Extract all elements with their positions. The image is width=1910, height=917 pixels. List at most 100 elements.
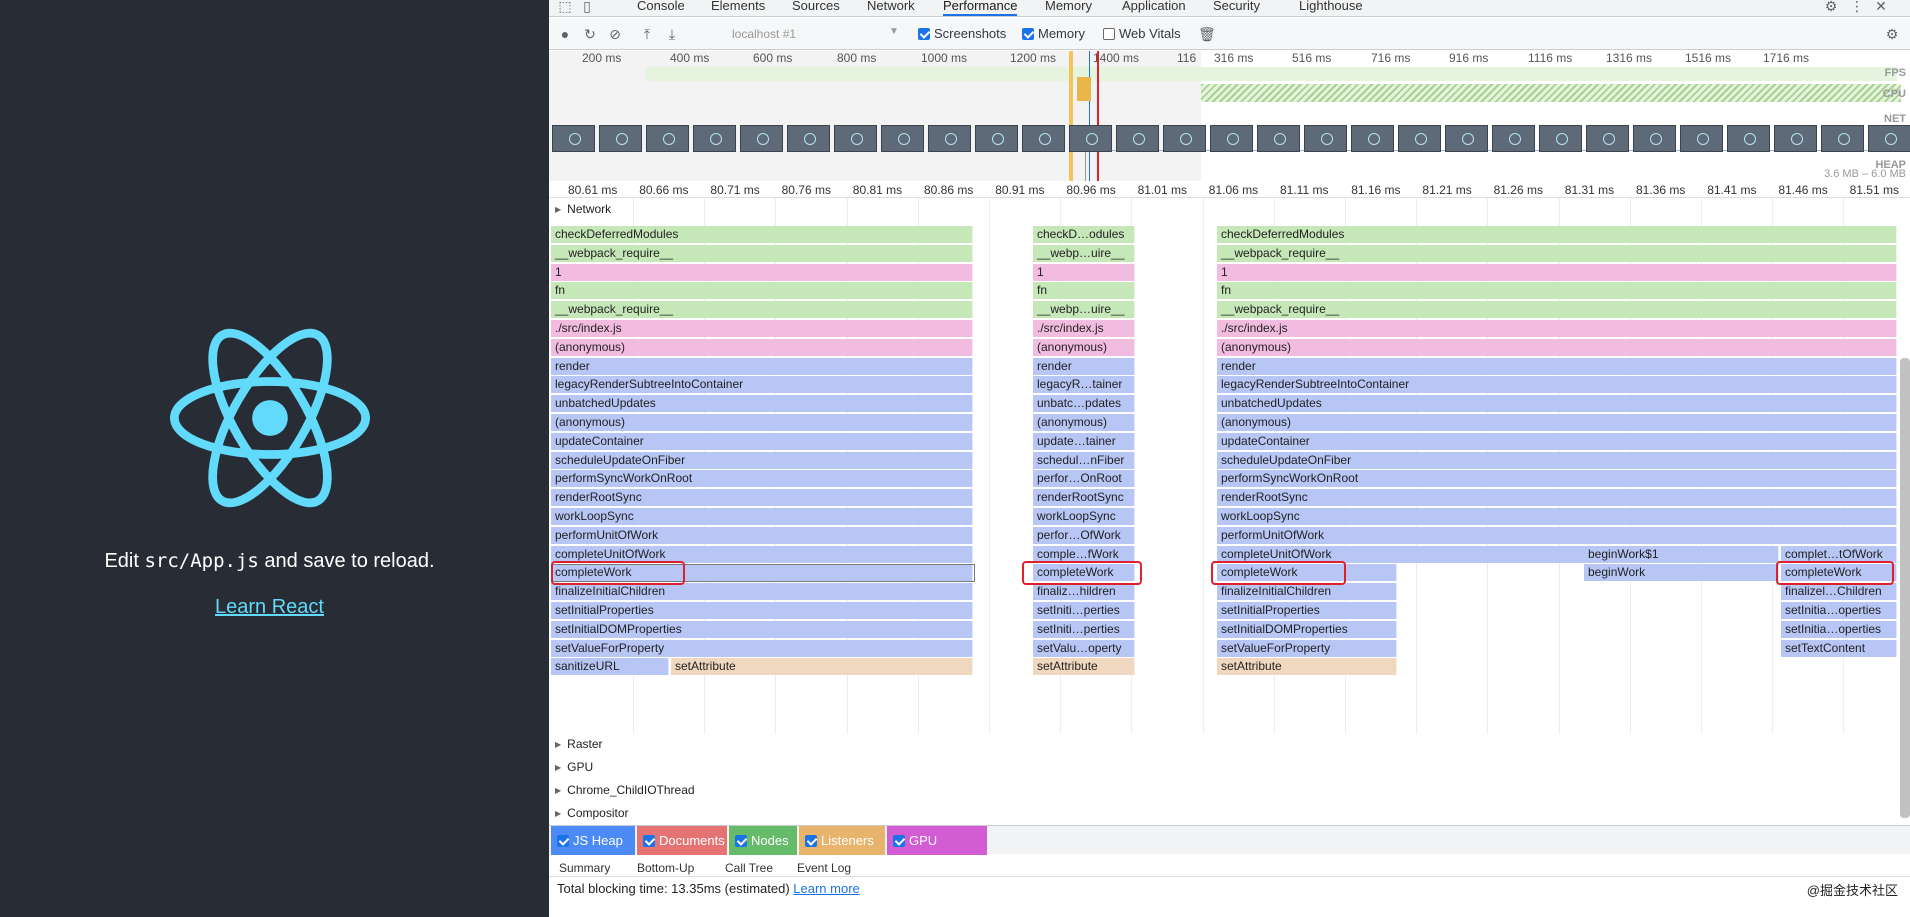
flame-bar[interactable]: perfor…OnRoot [1033,470,1135,488]
screenshot-thumbnail[interactable] [552,125,595,152]
track-network[interactable]: Network [555,202,611,216]
more-options-icon[interactable]: ⋮ [1849,0,1865,14]
legend-item[interactable]: Documents [637,826,727,855]
screenshot-thumbnail[interactable] [1680,125,1723,152]
screenshot-thumbnail[interactable] [1727,125,1770,152]
reload-record-icon[interactable]: ↻ [582,26,598,42]
tab-performance[interactable]: Performance [943,0,1018,16]
flame-bar[interactable]: complet…tOfWork [1781,545,1897,563]
screenshot-thumbnail[interactable] [1116,125,1159,152]
screenshot-thumbnail[interactable] [1210,125,1253,152]
legend-item[interactable]: GPU Memory [887,826,987,877]
screenshot-thumbnail[interactable] [599,125,642,152]
tab-network[interactable]: Network [867,0,915,16]
upload-profile-icon[interactable]: ⤒ [639,26,655,42]
flame-bar[interactable]: setAttribute [1217,658,1397,676]
flame-bar[interactable]: __webpack_require__ [1217,244,1897,262]
flame-bar[interactable]: checkDeferredModules [551,226,973,243]
flame-bar[interactable]: unbatchedUpdates [551,395,973,413]
flame-bar[interactable]: legacyR…tainer [1033,376,1135,394]
flame-bar[interactable]: updateContainer [551,432,973,450]
tab-summary[interactable]: Summary [559,861,610,875]
flame-bar[interactable]: __webp…uire__ [1033,244,1135,262]
flame-bar[interactable]: (anonymous) [1217,414,1897,431]
checkbox-mark[interactable] [805,835,817,847]
flame-bar[interactable]: completeWork [1217,564,1397,582]
legend-item[interactable]: Nodes [729,826,797,855]
screenshot-thumbnail[interactable] [1257,125,1300,152]
flame-bar[interactable]: 1 [1217,263,1897,281]
flame-bar[interactable]: (anonymous) [551,414,973,431]
flame-bar[interactable]: setAttribute [1033,658,1135,676]
flame-bar[interactable]: __webp…uire__ [1033,301,1135,319]
flame-bar[interactable]: setValu…operty [1033,639,1135,657]
flame-bar[interactable]: ./src/index.js [1217,320,1897,337]
screenshot-thumbnail[interactable] [1398,125,1441,152]
checkbox-mark[interactable] [893,835,905,847]
flame-bar[interactable]: perfor…OfWork [1033,526,1135,544]
flame-bar[interactable]: (anonymous) [1033,338,1135,356]
flame-bar[interactable]: scheduleUpdateOnFiber [551,451,973,469]
timeline-overview[interactable]: 200 ms 400 ms 600 ms 800 ms 1000 ms 1200 ms 14… [549,51,1910,181]
flame-bar[interactable]: fn [1033,282,1135,300]
tab-memory[interactable]: Memory [1045,0,1092,16]
checkbox-mark[interactable] [1103,28,1115,40]
flame-bar[interactable]: ./src/index.js [1033,320,1135,337]
flame-bar[interactable]: scheduleUpdateOnFiber [1217,451,1897,469]
flame-bar[interactable]: beginWork$1 [1584,545,1779,563]
flame-bar[interactable]: 1 [1033,263,1135,281]
flame-bar[interactable]: renderRootSync [1217,489,1897,507]
flame-bar[interactable]: sanitizeURL [551,658,669,676]
tab-security[interactable]: Security [1213,0,1260,16]
screenshot-thumbnail[interactable] [787,125,830,152]
flame-bar[interactable]: unbatc…pdates [1033,395,1135,413]
flame-bar[interactable]: setInitialProperties [1217,602,1397,619]
flame-scrollbar[interactable] [1900,358,1910,818]
flame-bar[interactable]: completeWork [1781,564,1897,582]
flame-bar[interactable]: workLoopSync [1217,508,1897,525]
inspect-element-icon[interactable]: ⬚ [557,0,573,14]
flame-bar[interactable]: legacyRenderSubtreeIntoContainer [1217,376,1897,394]
flame-bar[interactable]: setInitialProperties [551,602,973,619]
flame-bar[interactable]: setIniti…perties [1033,620,1135,638]
checkbox-mark[interactable] [1022,28,1034,40]
flame-bar[interactable]: fn [551,282,973,300]
flame-bar[interactable]: __webpack_require__ [1217,301,1897,319]
tab-application[interactable]: Application [1122,0,1186,16]
flame-bar[interactable]: (anonymous) [1217,338,1897,356]
close-devtools-icon[interactable]: ✕ [1873,0,1889,14]
screenshot-thumbnail[interactable] [975,125,1018,152]
checkbox-mark[interactable] [918,28,930,40]
flame-bar[interactable]: __webpack_require__ [551,301,973,319]
flame-bar[interactable]: completeUnitOfWork [1217,545,1587,563]
screenshot-thumbnail[interactable] [1163,125,1206,152]
download-profile-icon[interactable]: ⤓ [664,26,680,42]
flame-bar[interactable]: setInitia…operties [1781,602,1897,619]
screenshots-checkbox[interactable]: Screenshots [918,27,1006,41]
flame-bar[interactable]: setValueForProperty [1217,639,1397,657]
screenshot-thumbnail[interactable] [1868,125,1910,152]
screenshot-thumbnail[interactable] [740,125,783,152]
screenshot-thumbnail[interactable] [1492,125,1535,152]
flame-bar[interactable]: setInitialDOMProperties [551,620,973,638]
legend-item[interactable]: Listeners [799,826,885,855]
screenshot-thumbnail[interactable] [1445,125,1488,152]
target-select[interactable]: localhost #1 [732,27,796,41]
screenshot-thumbnail[interactable] [1586,125,1629,152]
flame-bar[interactable]: setTextContent [1781,639,1897,657]
web-vitals-checkbox[interactable]: Web Vitals [1103,27,1181,41]
flame-bar[interactable]: finalizeInitialChildren [551,583,973,601]
flame-bar[interactable]: performSyncWorkOnRoot [1217,470,1897,488]
screenshot-thumbnail[interactable] [693,125,736,152]
track-chrome-childiothread[interactable]: Chrome_ChildIOThread [555,783,694,797]
flame-bar[interactable]: (anonymous) [551,338,973,356]
track-raster[interactable]: Raster [555,737,602,751]
flame-bar[interactable]: updateContainer [1217,432,1897,450]
flame-bar[interactable]: finalizeInitialChildren [1217,583,1397,601]
checkbox-mark[interactable] [735,835,747,847]
flame-bar[interactable]: beginWork [1584,564,1779,582]
checkbox-mark[interactable] [643,835,655,847]
flame-bar[interactable]: setIniti…perties [1033,602,1135,619]
flame-bar[interactable]: renderRootSync [551,489,973,507]
trash-icon[interactable]: 🗑 [1198,26,1216,42]
